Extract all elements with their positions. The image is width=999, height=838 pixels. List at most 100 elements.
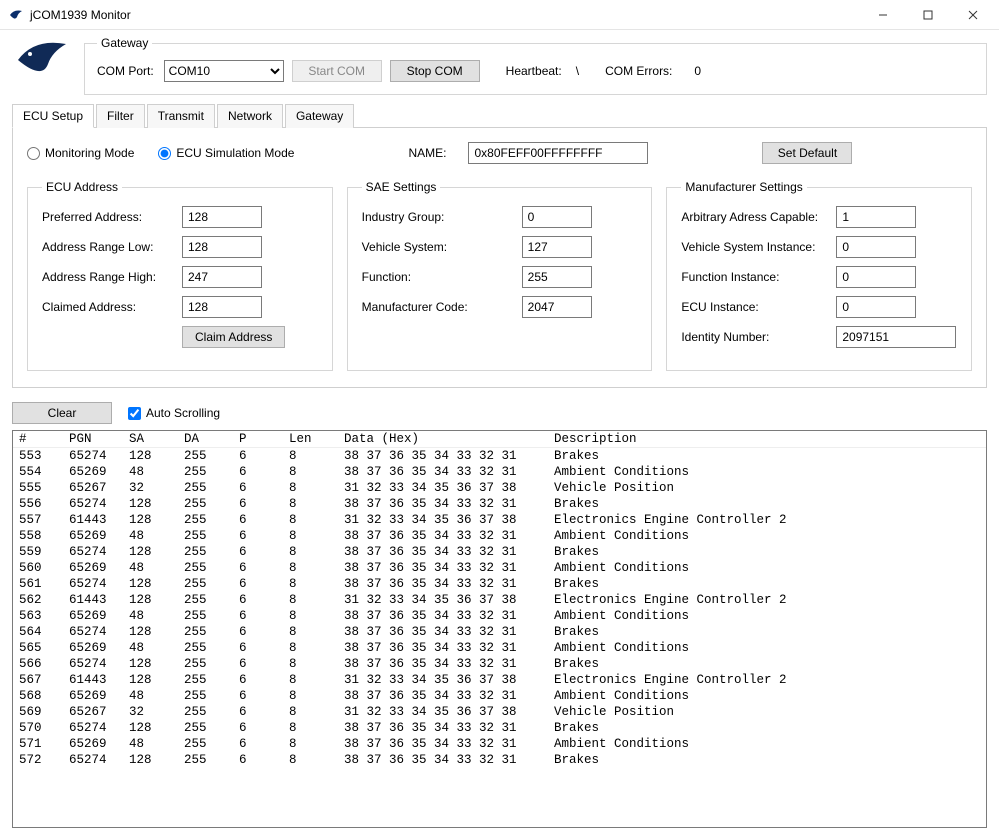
log-row[interactable]: 570652741282556838 37 36 35 34 33 32 31B…: [13, 720, 986, 736]
ecui-label: ECU Instance:: [681, 300, 836, 314]
fi-field[interactable]: [836, 266, 916, 288]
log-row[interactable]: 567614431282556831 32 33 34 35 36 37 38E…: [13, 672, 986, 688]
log-cell-p: 6: [239, 721, 289, 735]
log-cell-desc: Ambient Conditions: [554, 465, 980, 479]
log-row[interactable]: 553652741282556838 37 36 35 34 33 32 31B…: [13, 448, 986, 464]
vehicle-system-field[interactable]: [522, 236, 592, 258]
log-cell-num: 570: [19, 721, 69, 735]
log-table[interactable]: # PGN SA DA P Len Data (Hex) Description…: [12, 430, 987, 828]
log-header: # PGN SA DA P Len Data (Hex) Description: [13, 431, 986, 448]
mfg-code-field[interactable]: [522, 296, 592, 318]
log-row[interactable]: 55465269482556838 37 36 35 34 33 32 31Am…: [13, 464, 986, 480]
function-field[interactable]: [522, 266, 592, 288]
log-cell-da: 255: [184, 545, 239, 559]
log-cell-desc: Electronics Engine Controller 2: [554, 673, 980, 687]
address-high-field[interactable]: [182, 266, 262, 288]
comerrors-label: COM Errors:: [605, 64, 672, 78]
log-cell-len: 8: [289, 481, 344, 495]
window-title: jCOM1939 Monitor: [30, 8, 131, 22]
monitoring-mode-radio[interactable]: Monitoring Mode: [27, 146, 134, 160]
log-cell-data: 31 32 33 34 35 36 37 38: [344, 481, 554, 495]
log-cell-desc: Brakes: [554, 577, 980, 591]
ecui-field[interactable]: [836, 296, 916, 318]
log-row[interactable]: 559652741282556838 37 36 35 34 33 32 31B…: [13, 544, 986, 560]
simulation-mode-radio[interactable]: ECU Simulation Mode: [158, 146, 294, 160]
titlebar: jCOM1939 Monitor: [0, 0, 999, 30]
arb-capable-field[interactable]: [836, 206, 916, 228]
log-cell-sa: 32: [129, 705, 184, 719]
log-cell-da: 255: [184, 705, 239, 719]
industry-group-field[interactable]: [522, 206, 592, 228]
log-cell-data: 38 37 36 35 34 33 32 31: [344, 721, 554, 735]
log-cell-len: 8: [289, 689, 344, 703]
log-cell-sa: 128: [129, 753, 184, 767]
log-cell-pgn: 65269: [69, 609, 129, 623]
log-cell-desc: Brakes: [554, 449, 980, 463]
log-cell-data: 31 32 33 34 35 36 37 38: [344, 673, 554, 687]
log-cell-len: 8: [289, 657, 344, 671]
log-row[interactable]: 55565267322556831 32 33 34 35 36 37 38Ve…: [13, 480, 986, 496]
claimed-address-field[interactable]: [182, 296, 262, 318]
log-cell-num: 568: [19, 689, 69, 703]
log-row[interactable]: 562614431282556831 32 33 34 35 36 37 38E…: [13, 592, 986, 608]
log-cell-len: 8: [289, 561, 344, 575]
log-row[interactable]: 56365269482556838 37 36 35 34 33 32 31Am…: [13, 608, 986, 624]
log-cell-len: 8: [289, 513, 344, 527]
log-row[interactable]: 56865269482556838 37 36 35 34 33 32 31Am…: [13, 688, 986, 704]
log-cell-pgn: 65274: [69, 497, 129, 511]
col-len: Len: [289, 432, 344, 446]
log-row[interactable]: 56965267322556831 32 33 34 35 36 37 38Ve…: [13, 704, 986, 720]
function-label: Function:: [362, 270, 522, 284]
heartbeat-label: Heartbeat:: [506, 64, 562, 78]
log-cell-p: 6: [239, 609, 289, 623]
log-cell-p: 6: [239, 673, 289, 687]
address-low-field[interactable]: [182, 236, 262, 258]
set-default-button[interactable]: Set Default: [762, 142, 852, 164]
name-label: NAME:: [408, 146, 446, 160]
preferred-address-label: Preferred Address:: [42, 210, 182, 224]
log-row[interactable]: 557614431282556831 32 33 34 35 36 37 38E…: [13, 512, 986, 528]
preferred-address-field[interactable]: [182, 206, 262, 228]
identity-number-field[interactable]: [836, 326, 956, 348]
log-cell-pgn: 65269: [69, 737, 129, 751]
log-row[interactable]: 564652741282556838 37 36 35 34 33 32 31B…: [13, 624, 986, 640]
name-field[interactable]: [468, 142, 648, 164]
log-cell-p: 6: [239, 593, 289, 607]
log-row[interactable]: 56565269482556838 37 36 35 34 33 32 31Am…: [13, 640, 986, 656]
log-cell-len: 8: [289, 545, 344, 559]
auto-scrolling-checkbox[interactable]: Auto Scrolling: [128, 406, 220, 420]
tab-ecu-setup[interactable]: ECU Setup: [12, 104, 94, 128]
arb-capable-label: Arbitrary Adress Capable:: [681, 210, 836, 224]
tab-network[interactable]: Network: [217, 104, 283, 128]
stop-com-button[interactable]: Stop COM: [390, 60, 480, 82]
tab-filter[interactable]: Filter: [96, 104, 145, 128]
tab-transmit[interactable]: Transmit: [147, 104, 215, 128]
minimize-button[interactable]: [860, 1, 905, 29]
log-cell-pgn: 65267: [69, 705, 129, 719]
log-row[interactable]: 572652741282556838 37 36 35 34 33 32 31B…: [13, 752, 986, 768]
maximize-button[interactable]: [905, 1, 950, 29]
log-cell-data: 31 32 33 34 35 36 37 38: [344, 705, 554, 719]
log-row[interactable]: 55865269482556838 37 36 35 34 33 32 31Am…: [13, 528, 986, 544]
log-cell-desc: Brakes: [554, 753, 980, 767]
log-row[interactable]: 561652741282556838 37 36 35 34 33 32 31B…: [13, 576, 986, 592]
log-cell-len: 8: [289, 673, 344, 687]
log-row[interactable]: 566652741282556838 37 36 35 34 33 32 31B…: [13, 656, 986, 672]
log-row[interactable]: 57165269482556838 37 36 35 34 33 32 31Am…: [13, 736, 986, 752]
log-cell-pgn: 65274: [69, 657, 129, 671]
start-com-button[interactable]: Start COM: [292, 60, 382, 82]
log-cell-da: 255: [184, 481, 239, 495]
tab-gateway[interactable]: Gateway: [285, 104, 354, 128]
log-cell-p: 6: [239, 657, 289, 671]
log-cell-pgn: 65269: [69, 689, 129, 703]
claim-address-button[interactable]: Claim Address: [182, 326, 285, 348]
log-row[interactable]: 56065269482556838 37 36 35 34 33 32 31Am…: [13, 560, 986, 576]
log-cell-data: 38 37 36 35 34 33 32 31: [344, 737, 554, 751]
log-cell-sa: 48: [129, 609, 184, 623]
clear-button[interactable]: Clear: [12, 402, 112, 424]
comport-select[interactable]: COM10: [164, 60, 284, 82]
close-button[interactable]: [950, 1, 995, 29]
comerrors-value: 0: [694, 64, 701, 78]
vsi-field[interactable]: [836, 236, 916, 258]
log-row[interactable]: 556652741282556838 37 36 35 34 33 32 31B…: [13, 496, 986, 512]
